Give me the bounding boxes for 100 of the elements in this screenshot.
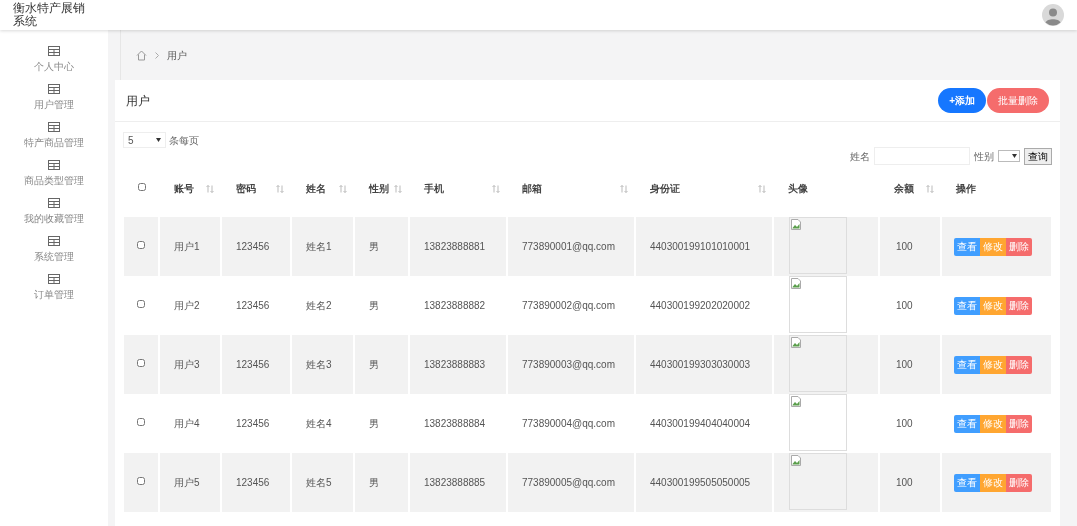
table-cell-text: 男 <box>369 299 379 313</box>
column-header: 性别 <box>369 182 389 196</box>
sort-icon[interactable] <box>492 184 500 193</box>
breadcrumb-item: 用户 <box>167 48 187 63</box>
action-button[interactable]: 修改 <box>980 355 1006 374</box>
row-checkbox[interactable] <box>137 477 145 485</box>
sort-icon[interactable] <box>758 184 766 193</box>
table-cell-text: 123456 <box>236 240 270 254</box>
row-checkbox[interactable] <box>137 359 145 367</box>
table-cell-text: 100 <box>896 476 913 490</box>
sort-icon[interactable] <box>339 184 347 193</box>
chevron-icon <box>155 51 159 59</box>
sidebar-item[interactable]: 用户管理 <box>34 84 74 111</box>
action-button[interactable]: 删除 <box>1006 355 1032 374</box>
row-checkbox[interactable] <box>137 300 145 308</box>
action-button[interactable]: 查看 <box>954 414 980 433</box>
table-cell-text: 男 <box>369 240 379 254</box>
table-cell-text: 用户5 <box>174 476 200 490</box>
page-size-select[interactable]: 5 <box>123 132 166 148</box>
table-cell-text: 440300199505050005 <box>650 476 751 490</box>
sort-icon[interactable] <box>206 184 214 193</box>
table-cell-text: 男 <box>369 417 379 431</box>
table-icon <box>48 46 60 56</box>
app-title: 系统 <box>13 15 37 28</box>
table-icon <box>48 84 60 94</box>
table-cell-text: 773890004@qq.com <box>522 417 615 431</box>
search-button[interactable]: 查询 <box>1024 147 1052 165</box>
page-title: 用户 <box>126 92 150 110</box>
table-cell-text: 男 <box>369 358 379 372</box>
action-button[interactable]: 修改 <box>980 473 1006 492</box>
sidebar-item[interactable]: 个人中心 <box>34 46 74 73</box>
sidebar-item[interactable]: 商品类型管理 <box>24 160 84 187</box>
table-icon <box>48 198 60 208</box>
table-cell-text: 姓名1 <box>306 240 332 254</box>
select-all-checkbox[interactable] <box>138 183 146 191</box>
action-button[interactable]: 查看 <box>954 296 980 315</box>
table-cell-text: 440300199404040004 <box>650 417 751 431</box>
table-cell-text: 姓名4 <box>306 417 332 431</box>
gender-select[interactable] <box>998 150 1020 162</box>
table-cell-text: 123456 <box>236 417 270 431</box>
caret-icon <box>1012 154 1017 158</box>
page-size-label: 条每页 <box>169 133 199 148</box>
table-cell-text: 用户4 <box>174 417 200 431</box>
table-cell-text: 100 <box>896 358 913 372</box>
table-icon <box>48 274 60 284</box>
sort-icon[interactable] <box>276 184 284 193</box>
table-icon <box>48 160 60 170</box>
sidebar-item[interactable]: 我的收藏管理 <box>24 198 84 225</box>
column-header: 头像 <box>788 182 808 196</box>
sort-icon[interactable] <box>620 184 628 193</box>
action-button[interactable]: 删除 <box>1006 296 1032 315</box>
action-button[interactable]: 修改 <box>980 296 1006 315</box>
home-icon[interactable] <box>136 49 147 61</box>
table-cell-text: 13823888884 <box>424 417 486 431</box>
batch-delete-button[interactable]: 批量删除 <box>987 88 1049 113</box>
sidebar-item[interactable]: 特产商品管理 <box>24 122 84 149</box>
table-cell-text: 100 <box>896 299 913 313</box>
sort-icon[interactable] <box>926 184 934 193</box>
table-icon <box>48 236 60 246</box>
column-header: 余额 <box>894 182 914 196</box>
avatar-icon[interactable] <box>1042 4 1064 26</box>
column-header: 姓名 <box>306 182 326 196</box>
table-cell-text: 440300199303030003 <box>650 358 751 372</box>
action-button[interactable]: 删除 <box>1006 473 1032 492</box>
table-cell-text: 123456 <box>236 299 270 313</box>
table-cell-text: 100 <box>896 417 913 431</box>
sidebar-item[interactable]: 订单管理 <box>34 274 74 301</box>
column-header: 手机 <box>424 182 444 196</box>
sidebar-item[interactable]: 系统管理 <box>34 236 74 263</box>
column-header: 账号 <box>174 182 194 196</box>
action-button[interactable]: 查看 <box>954 473 980 492</box>
table-cell-text: 123456 <box>236 476 270 490</box>
action-button[interactable]: 修改 <box>980 237 1006 256</box>
table-cell-text: 男 <box>369 476 379 490</box>
table-cell-text: 123456 <box>236 358 270 372</box>
add-button[interactable]: +添加 <box>938 88 986 113</box>
table-cell-text: 100 <box>896 240 913 254</box>
table-cell-text: 13823888881 <box>424 240 486 254</box>
table-cell-text: 773890003@qq.com <box>522 358 615 372</box>
table-icon <box>48 122 60 132</box>
sort-icon[interactable] <box>394 184 402 193</box>
broken-image-icon <box>791 219 801 230</box>
action-button[interactable]: 修改 <box>980 414 1006 433</box>
table-cell-text: 13823888882 <box>424 299 486 313</box>
table-cell-text: 773890005@qq.com <box>522 476 615 490</box>
action-button[interactable]: 查看 <box>954 237 980 256</box>
action-button[interactable]: 删除 <box>1006 237 1032 256</box>
table-cell-text: 13823888885 <box>424 476 486 490</box>
table-cell-text: 773890002@qq.com <box>522 299 615 313</box>
table-cell-text: 440300199202020002 <box>650 299 751 313</box>
action-button[interactable]: 删除 <box>1006 414 1032 433</box>
row-checkbox[interactable] <box>137 418 145 426</box>
action-button[interactable]: 查看 <box>954 355 980 374</box>
row-checkbox[interactable] <box>137 241 145 249</box>
table-cell-text: 姓名5 <box>306 476 332 490</box>
table-cell-text: 13823888883 <box>424 358 486 372</box>
name-label: 姓名 <box>850 149 870 164</box>
column-header: 邮箱 <box>522 182 542 196</box>
broken-image-icon <box>791 337 801 348</box>
table-cell-text: 440300199101010001 <box>650 240 751 254</box>
